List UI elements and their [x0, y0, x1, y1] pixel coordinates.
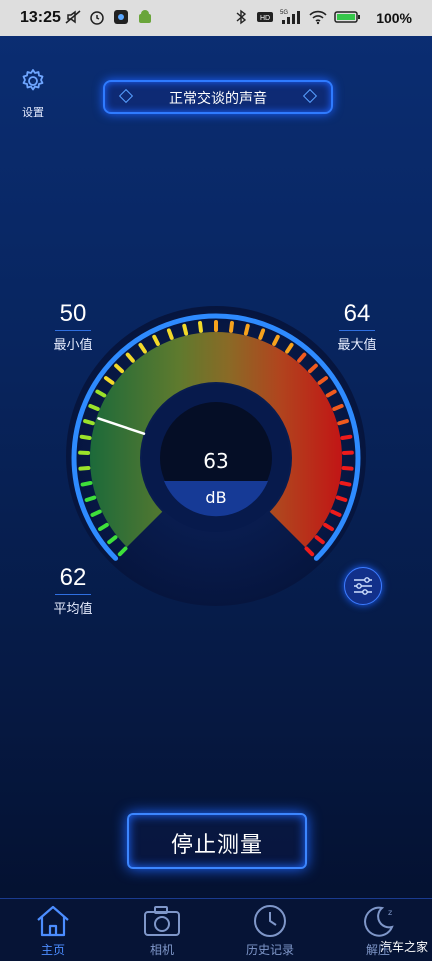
nav-item-history[interactable]: 历史记录: [225, 903, 315, 958]
gauge-tick: [82, 437, 90, 438]
gauge-tick: [231, 323, 232, 331]
bottom-nav: 主页 相机 历史记录 z 解压: [0, 898, 432, 961]
gauge-tick: [246, 326, 248, 334]
home-icon: [33, 903, 73, 939]
nav-label-home: 主页: [8, 941, 98, 958]
stop-measure-label: 停止测量: [129, 827, 305, 859]
moon-icon: z: [358, 903, 398, 939]
status-time: 13:25: [20, 9, 61, 27]
gauge-tick: [200, 323, 201, 331]
gauge-tick: [80, 468, 88, 469]
adjust-button[interactable]: [344, 567, 382, 605]
watermark: 汽车之家: [380, 938, 428, 955]
settings-label: 设置: [16, 104, 50, 120]
stop-measure-button[interactable]: 停止测量: [127, 813, 307, 869]
status-bar: 13:25 HD 5G 100%: [0, 0, 432, 36]
app-notification-icon: [112, 8, 130, 26]
mute-icon: [64, 8, 82, 26]
gauge-tick: [87, 498, 95, 500]
clock-icon: [250, 903, 290, 939]
network-label: 5G: [280, 10, 288, 16]
meter-unit: dB: [205, 488, 226, 507]
hd-icon: HD: [256, 8, 274, 26]
gauge-tick: [342, 437, 350, 438]
nav-label-camera: 相机: [117, 941, 207, 958]
sliders-icon: [345, 568, 381, 604]
gauge-tick: [169, 330, 172, 338]
gauge-tick: [334, 406, 341, 409]
status-right-icons: HD 5G: [232, 8, 362, 26]
decibel-gauge: 63 dB: [60, 300, 372, 612]
status-left-icons: [64, 8, 154, 26]
svg-text:HD: HD: [260, 15, 270, 22]
battery-percentage: 100%: [376, 10, 412, 26]
nav-item-camera[interactable]: 相机: [117, 903, 207, 958]
gauge-tick: [85, 421, 93, 423]
wifi-icon: [308, 8, 328, 26]
gear-icon: [20, 68, 46, 94]
gauge-tick: [260, 330, 263, 338]
bluetooth-icon: [232, 8, 250, 26]
gauge-tick: [339, 421, 347, 423]
gauge-tick: [83, 483, 91, 485]
svg-text:z: z: [388, 908, 392, 917]
signal-icon: 5G: [280, 8, 302, 26]
android-icon: [136, 8, 154, 26]
alarm-icon: [88, 8, 106, 26]
sound-level-description: 正常交谈的声音: [103, 80, 333, 114]
nav-label-history: 历史记录: [225, 941, 315, 958]
nav-item-home[interactable]: 主页: [8, 903, 98, 958]
gauge-tick: [338, 498, 346, 500]
battery-icon: [334, 8, 362, 26]
gauge-tick: [184, 326, 186, 334]
gauge-tick: [344, 468, 352, 469]
gauge-tick: [342, 483, 350, 485]
settings-button[interactable]: 设置: [16, 68, 50, 120]
gauge-tick: [90, 406, 97, 409]
mode-label: 正常交谈的声音: [105, 88, 331, 108]
meter-value: 63: [203, 449, 228, 473]
camera-icon: [142, 903, 182, 939]
